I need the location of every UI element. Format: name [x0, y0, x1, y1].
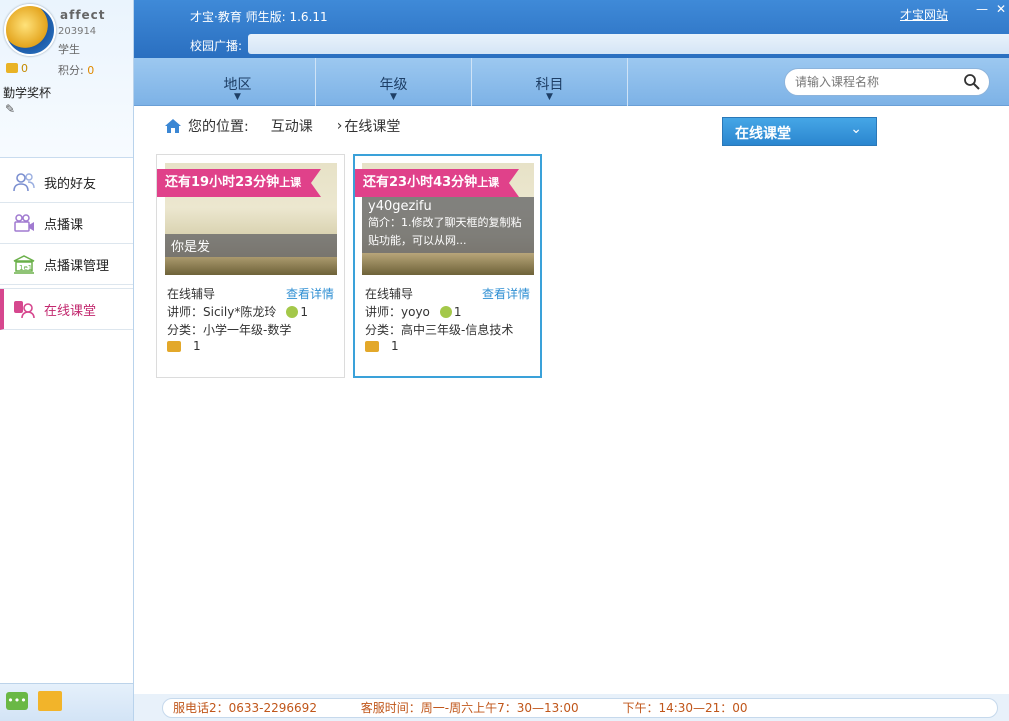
- title-bar: 才宝·教育 师生版: 1.6.11 才宝网站 — ✕ 校园广播:: [134, 0, 1009, 58]
- sidebar-item-online-class[interactable]: 在线课堂: [0, 289, 133, 330]
- friends-icon: [12, 171, 36, 193]
- sidebar-item-label: 在线课堂: [44, 303, 97, 319]
- edit-pencil-icon[interactable]: ✎: [5, 102, 15, 116]
- filter-subject[interactable]: 科目 ▼: [472, 58, 628, 106]
- status-bar: 服电话2：0633-2296692 客服时间：周一-周六上午7：30—13:00…: [162, 698, 998, 718]
- course-category: 分类：小学一年级-数学: [167, 323, 292, 337]
- course-price: 1: [365, 339, 399, 353]
- countdown-ribbon: 还有23小时43分钟上课: [355, 169, 520, 197]
- website-link[interactable]: 才宝网站: [900, 6, 948, 23]
- filter-region[interactable]: 地区 ▼: [160, 58, 316, 106]
- username: affect: [60, 8, 106, 22]
- sidebar-item-friends[interactable]: 我的好友: [0, 162, 133, 203]
- points-label: 积分:: [58, 64, 84, 77]
- course-title-overlay: 你是发: [165, 234, 337, 257]
- medal-icon: [439, 305, 452, 318]
- course-title: y40gezifu: [368, 199, 432, 214]
- left-sidebar: affect 203914 学生 0 积分: 0 勤学奖杯 ✎ 我的好友 点播课…: [0, 0, 134, 721]
- breadcrumb: 您的位置: 互动课 › 在线课堂: [164, 116, 400, 136]
- coin-balance: 0: [6, 62, 28, 75]
- sidebar-item-vod-manage[interactable]: 1e1 点播课管理: [0, 244, 133, 285]
- search-input[interactable]: [795, 74, 955, 90]
- course-summary: 简介：1.修改了聊天框的复制粘贴功能，可以从网...: [368, 216, 522, 247]
- course-category: 分类：高中三年级-信息技术: [365, 323, 514, 337]
- sidebar-item-label: 我的好友: [44, 176, 97, 192]
- search-icon[interactable]: [963, 73, 981, 91]
- search-box: [784, 68, 990, 96]
- award-title: 勤学奖杯: [3, 86, 52, 100]
- minimize-button[interactable]: —: [974, 2, 990, 16]
- online-class-icon: [12, 298, 36, 320]
- points: 积分: 0: [58, 62, 94, 78]
- coin-icon: [167, 340, 181, 352]
- breadcrumb-separator-icon: ›: [336, 118, 343, 134]
- avatar[interactable]: [4, 4, 56, 56]
- select-value: 在线课堂: [735, 126, 791, 142]
- chevron-down-icon: ▼: [546, 92, 553, 102]
- chat-icon[interactable]: •••: [6, 692, 28, 710]
- video-icon: [12, 212, 36, 234]
- countdown-suffix: 上课: [279, 176, 302, 189]
- classroom-type-select[interactable]: 在线课堂 ⌄: [722, 117, 877, 146]
- countdown-text: 还有23小时43分钟: [363, 175, 478, 190]
- medal-icon: [286, 305, 299, 318]
- price-value: 1: [391, 339, 399, 353]
- breadcrumb-current: 在线课堂: [344, 119, 401, 135]
- breadcrumb-link[interactable]: 互动课: [271, 116, 313, 136]
- countdown-ribbon: 还有19小时23分钟上课: [157, 169, 322, 197]
- view-details-link[interactable]: 查看详情: [482, 285, 530, 302]
- coin-icon: [6, 63, 18, 73]
- filter-bar: 地区 ▼ 年级 ▼ 科目 ▼: [134, 58, 1009, 106]
- view-details-link[interactable]: 查看详情: [286, 285, 334, 302]
- service-phone: 服电话2：0633-2296692: [173, 701, 317, 715]
- course-title-overlay: y40gezifu 简介：1.修改了聊天框的复制粘贴功能，可以从网...: [362, 197, 534, 253]
- course-teacher: 讲师：Sicily*陈龙玲 1: [167, 303, 308, 320]
- svg-text:1e1: 1e1: [19, 264, 32, 272]
- sidebar-nav: 我的好友 点播课 1e1 点播课管理 在线课堂: [0, 162, 133, 330]
- price-value: 1: [193, 339, 201, 353]
- sidebar-bottom-toolbar: •••: [0, 683, 133, 721]
- filter-label: 地区: [223, 77, 252, 93]
- sidebar-item-label: 点播课管理: [44, 258, 110, 274]
- filter-label: 年级: [379, 77, 408, 93]
- filter-label: 科目: [535, 77, 564, 93]
- medal-count: 1: [453, 304, 462, 319]
- app-title: 才宝·教育 师生版: 1.6.11: [190, 10, 328, 24]
- coin-count: 0: [21, 62, 28, 75]
- close-button[interactable]: ✕: [993, 2, 1009, 16]
- chevron-down-icon: ⌄: [850, 121, 862, 137]
- course-type: 在线辅导: [365, 287, 414, 301]
- course-type: 在线辅导: [167, 287, 216, 301]
- course-teacher: 讲师：yoyo 1: [365, 303, 462, 320]
- teacher-name: 讲师：yoyo: [365, 305, 430, 319]
- course-card[interactable]: y40gezifu 简介：1.修改了聊天框的复制粘贴功能，可以从网... 还有2…: [353, 154, 542, 378]
- sidebar-item-label: 点播课: [44, 217, 84, 233]
- course-manage-icon: 1e1: [12, 253, 36, 275]
- broadcast-ticker: [248, 34, 1009, 54]
- course-price: 1: [167, 339, 201, 353]
- service-hours-pm: 下午：14:30—21：00: [622, 701, 748, 715]
- chevron-down-icon: ▼: [390, 92, 397, 102]
- user-id: 203914: [58, 26, 97, 37]
- sidebar-item-vod[interactable]: 点播课: [0, 203, 133, 244]
- broadcast-label: 校园广播:: [190, 39, 243, 53]
- user-role: 学生: [58, 43, 80, 56]
- teacher-name: 讲师：Sicily*陈龙玲: [167, 305, 277, 319]
- home-icon: [165, 119, 181, 133]
- course-title: 你是发: [171, 240, 211, 255]
- countdown-text: 还有19小时23分钟: [165, 175, 280, 190]
- course-card[interactable]: 你是发 还有19小时23分钟上课 在线辅导 查看详情 讲师：Sicily*陈龙玲…: [156, 154, 345, 378]
- filter-grade[interactable]: 年级 ▼: [316, 58, 472, 106]
- breadcrumb-prefix: 您的位置:: [188, 119, 249, 135]
- countdown-suffix: 上课: [477, 176, 500, 189]
- chevron-down-icon: ▼: [234, 92, 241, 102]
- points-value: 0: [87, 64, 95, 77]
- folder-icon[interactable]: [38, 691, 62, 711]
- user-profile-panel: affect 203914 学生 0 积分: 0 勤学奖杯 ✎: [0, 0, 133, 158]
- medal-count: 1: [300, 304, 308, 319]
- service-hours-am: 客服时间：周一-周六上午7：30—13:00: [360, 701, 579, 715]
- coin-icon: [365, 340, 379, 352]
